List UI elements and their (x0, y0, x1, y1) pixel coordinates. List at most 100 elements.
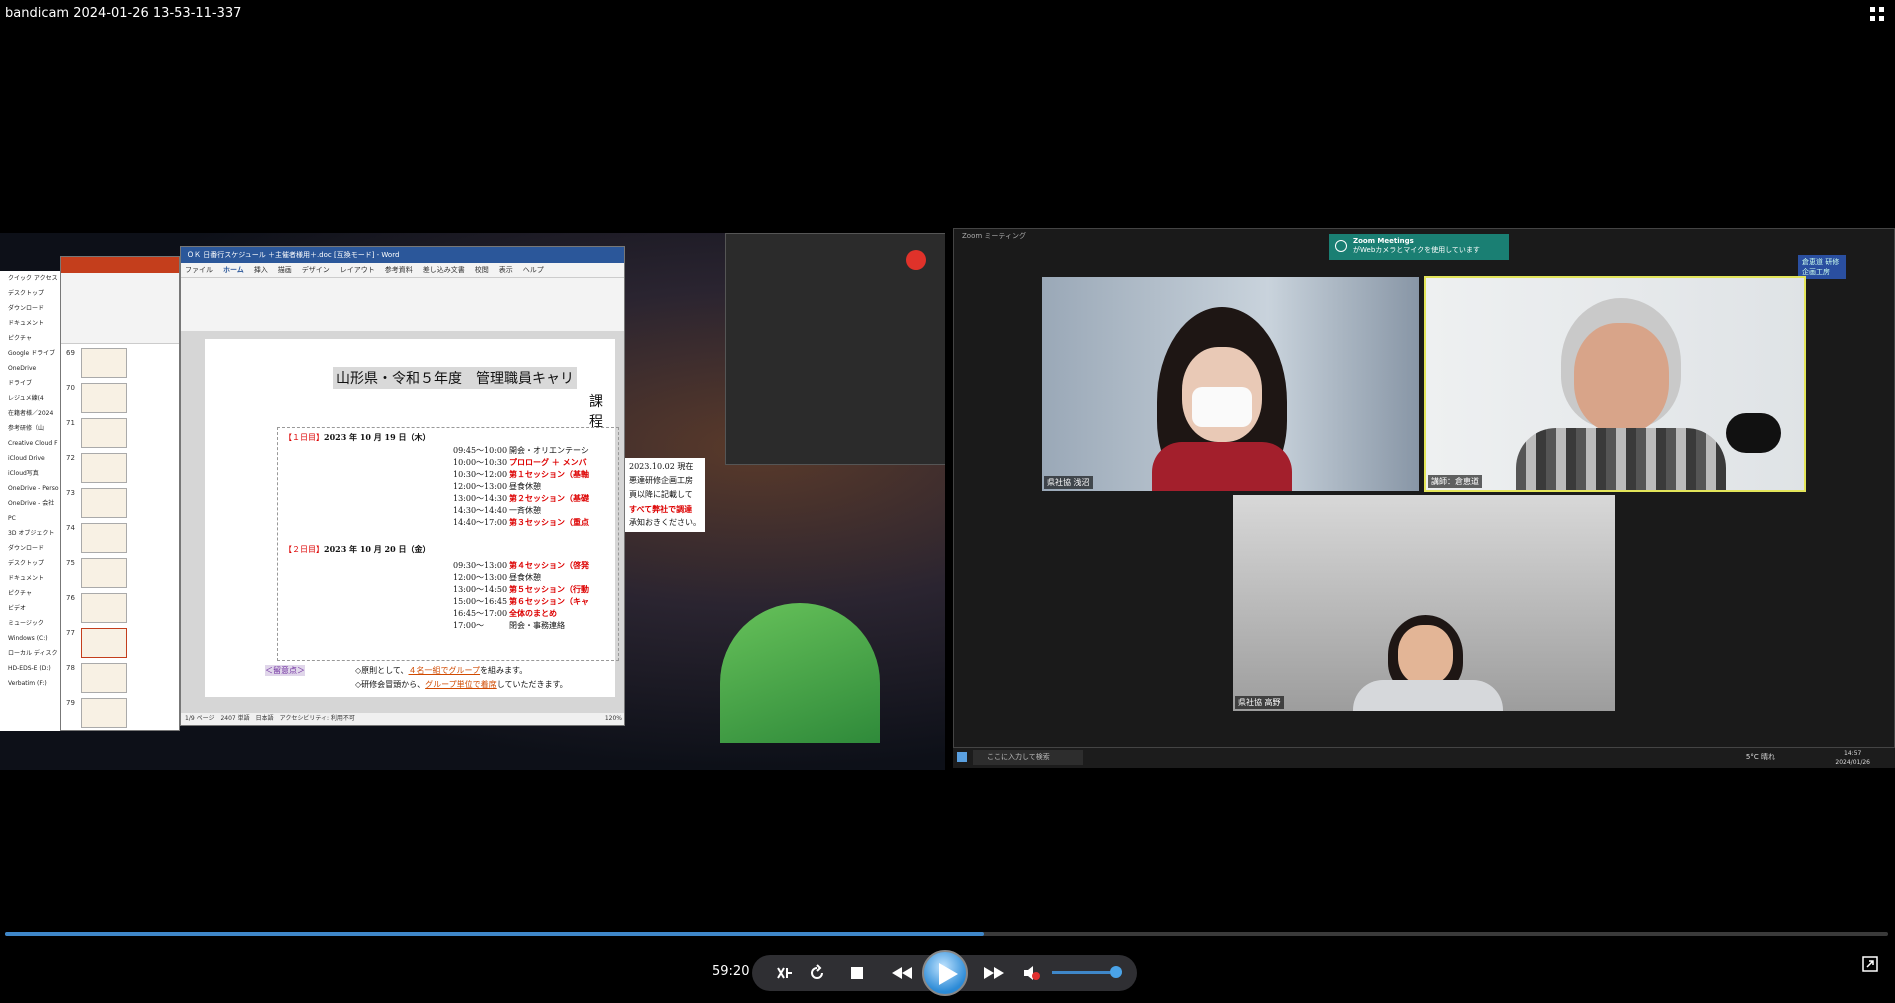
slide-thumbnail[interactable]: 72 (66, 453, 127, 483)
day2-schedule: 09:30～13:00 第４セッション（啓発 12:00～13:00 昼食休憩 13:0… (453, 560, 589, 632)
explorer-nav-item[interactable]: PC (0, 511, 60, 526)
slide-thumbnail[interactable]: 73 (66, 488, 127, 518)
word-tab[interactable]: ファイル (185, 266, 213, 274)
rewind-icon[interactable] (890, 964, 914, 982)
explorer-nav-item[interactable]: ダウンロード (0, 301, 60, 316)
right-note-line: 2023.10.02 現在 (629, 462, 694, 471)
slide-thumbnail[interactable]: 77 (66, 628, 127, 658)
explorer-nav-item[interactable]: ダウンロード (0, 541, 60, 556)
schedule-row: 15:00～16:45 第６セッション（キャ (453, 596, 589, 608)
slide-thumbnail[interactable]: 79 (66, 698, 127, 728)
slide-number: 77 (66, 629, 75, 637)
explorer-nav-item[interactable]: ドキュメント (0, 571, 60, 586)
slide-thumbnail[interactable]: 69 (66, 348, 127, 378)
note-2-highlight: グループ単位で着席 (425, 680, 497, 689)
explorer-nav-item[interactable]: iCloud Drive (0, 451, 60, 466)
explorer-nav-item[interactable]: ピクチャ (0, 586, 60, 601)
explorer-nav-item[interactable]: Verbatim (F:) (0, 676, 60, 691)
mini-player-icon[interactable] (1862, 956, 1878, 972)
schedule-item: 開会・オリエンテーシ (509, 446, 589, 455)
day2-label: 【２日目】 (284, 545, 324, 554)
schedule-time: 14:40～17:00 (453, 518, 508, 527)
file-explorer-window: クイック アクセス デスクトップ ダウンロード ドキュメント ピクチャ Google ドラ… (0, 271, 61, 731)
explorer-nav-item[interactable]: ドキュメント (0, 316, 60, 331)
schedule-item: 閉会・事務連絡 (509, 621, 565, 630)
explorer-nav-item[interactable]: レジュメ練(4 (0, 391, 60, 406)
explorer-nav-item[interactable]: OneDrive - Perso (0, 481, 60, 496)
taskbar-search-box[interactable]: ここに入力して検索 (973, 750, 1083, 765)
word-tabs: ファイル ホーム 挿入 描画 デザイン レイアウト 参考資料 差し込み文書 校閲 表示 ヘルプ (185, 266, 554, 274)
exit-fullscreen-icon[interactable] (1869, 6, 1885, 22)
video-tile-3[interactable]: 県社協 高野 (1233, 495, 1615, 711)
explorer-nav-item[interactable]: クイック アクセス (0, 271, 60, 286)
record-stop-button[interactable] (906, 250, 926, 270)
explorer-nav-item[interactable]: HD-EDS-E (D:) (0, 661, 60, 676)
word-tab[interactable]: 参考資料 (385, 266, 413, 274)
slide-thumbnail[interactable]: 70 (66, 383, 127, 413)
explorer-nav-item[interactable]: 参考研修（山 (0, 421, 60, 436)
slide-number: 70 (66, 384, 75, 392)
camera-usage-toast: Zoom Meetings がWebカメラとマイクを使用しています (1329, 234, 1509, 260)
zoom-level[interactable]: 120% (605, 713, 622, 725)
slide-thumbnail[interactable]: 71 (66, 418, 127, 448)
word-tab[interactable]: 描画 (278, 266, 292, 274)
word-tab[interactable]: ヘルプ (523, 266, 544, 274)
schedule-time: 09:30～13:00 (453, 561, 508, 570)
schedule-item: 第５セッション（行動 (509, 584, 589, 594)
word-tab[interactable]: 表示 (499, 266, 513, 274)
word-tab[interactable]: デザイン (302, 266, 330, 274)
word-tab[interactable]: 差し込み文書 (423, 266, 465, 274)
video-tile-1[interactable]: 県社協 浅沼 (1042, 277, 1419, 491)
elapsed-time: 59:20 (712, 964, 750, 979)
explorer-nav-item[interactable]: デスクトップ (0, 286, 60, 301)
explorer-nav-item[interactable]: ビデオ (0, 601, 60, 616)
explorer-nav-item[interactable]: iCloud写真 (0, 466, 60, 481)
explorer-nav-item[interactable]: 3D オブジェクト (0, 526, 60, 541)
slide-thumbnail[interactable]: 75 (66, 558, 127, 588)
explorer-nav-item[interactable]: Google ドライブ (0, 346, 60, 361)
powerpoint-titlebar (61, 257, 179, 273)
explorer-nav-item[interactable]: ミュージック (0, 616, 60, 631)
volume-knob[interactable] (1110, 966, 1122, 978)
word-tab[interactable]: 挿入 (254, 266, 268, 274)
second-document-notes: 2023.10.02 現在 悪達研修企画工房 頁以降に記載して すべて弊社で調達 承知お… (625, 458, 705, 532)
word-tab[interactable]: 校閲 (475, 266, 489, 274)
schedule-item: 第４セッション（啓発 (509, 560, 589, 570)
video-tile-2-active-speaker[interactable]: 講師：倉恵道 (1424, 276, 1806, 492)
word-ribbon (181, 278, 624, 333)
explorer-nav-item[interactable]: OneDrive (0, 361, 60, 376)
note-1: ◇原則として、４名一組でグループを組みます。 (355, 666, 528, 675)
explorer-nav-item[interactable]: ピクチャ (0, 331, 60, 346)
explorer-nav-list: クイック アクセス デスクトップ ダウンロード ドキュメント ピクチャ Google ドラ… (0, 271, 60, 691)
explorer-nav-item[interactable]: Windows (C:) (0, 631, 60, 646)
slide-thumbnail[interactable]: 74 (66, 523, 127, 553)
explorer-nav-item[interactable]: Creative Cloud F (0, 436, 60, 451)
explorer-nav-item[interactable]: ドライブ (0, 376, 60, 391)
word-tab[interactable]: ホーム (223, 266, 244, 274)
windows-start-icon[interactable] (957, 752, 967, 762)
word-status-bar: 1/9 ページ 2407 単語 日本語 アクセシビリティ: 利用不可 120% (181, 713, 624, 725)
explorer-nav-item[interactable]: 在籍者様／2024 (0, 406, 60, 421)
explorer-nav-item[interactable]: ローカル ディスク (0, 646, 60, 661)
explorer-nav-item[interactable]: デスクトップ (0, 556, 60, 571)
recorded-desktop-left: クイック アクセス デスクトップ ダウンロード ドキュメント ピクチャ Google ドラ… (0, 233, 945, 770)
powerpoint-ribbon (61, 273, 179, 344)
repeat-icon[interactable] (808, 964, 826, 982)
play-button[interactable] (922, 950, 968, 996)
schedule-time: 12:00～13:00 (453, 482, 508, 491)
slide-thumbnail[interactable]: 76 (66, 593, 127, 623)
explorer-nav-item[interactable]: OneDrive - 会社 (0, 496, 60, 511)
mute-icon[interactable] (1022, 964, 1040, 982)
schedule-row: 09:45～10:00 開会・オリエンテーシ (453, 445, 589, 457)
shuffle-icon[interactable] (776, 964, 794, 982)
schedule-row: 16:45～17:00 全体のまとめ (453, 608, 589, 620)
slide-thumbnail[interactable]: 78 (66, 663, 127, 693)
fast-forward-icon[interactable] (982, 964, 1006, 982)
taskbar-clock[interactable]: 14:57 2024/01/26 (1835, 749, 1870, 767)
stop-icon[interactable] (848, 964, 866, 982)
word-tab[interactable]: レイアウト (340, 266, 375, 274)
weather-widget[interactable]: 5°C 晴れ (1746, 752, 1775, 762)
right-notes-list: 2023.10.02 現在 悪達研修企画工房 頁以降に記載して すべて弊社で調達 承知お… (625, 458, 705, 532)
schedule-row: 14:40～17:00 第３セッション（重点 (453, 517, 589, 529)
schedule-time: 12:00～13:00 (453, 573, 508, 582)
